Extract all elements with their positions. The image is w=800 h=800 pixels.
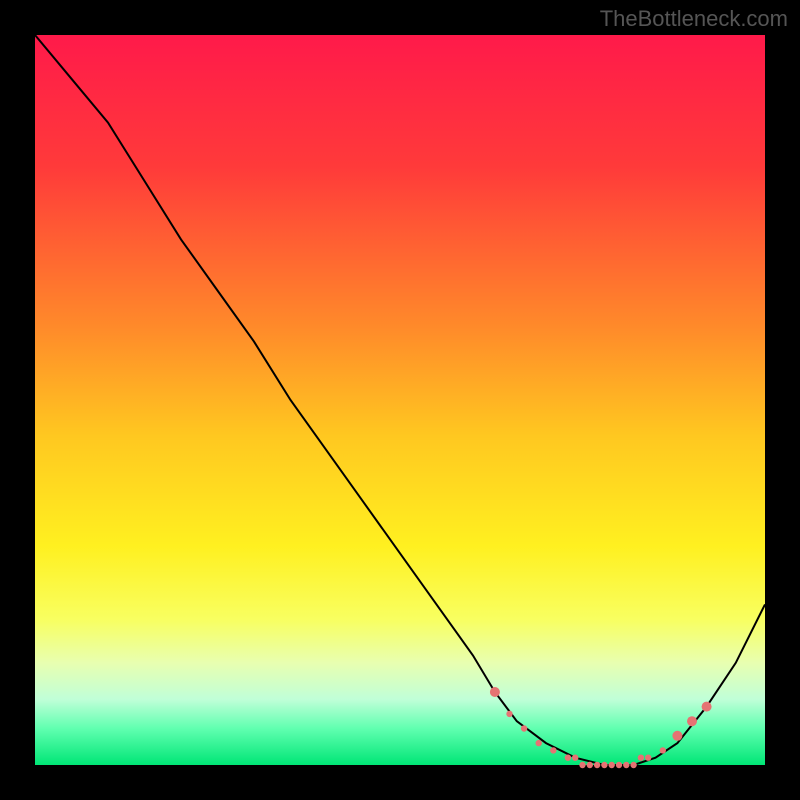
plot-area (35, 35, 765, 765)
bottleneck-curve (35, 35, 765, 765)
highlight-dot (490, 687, 500, 697)
highlight-dot (660, 747, 666, 753)
highlight-dot (702, 702, 712, 712)
highlight-dot (587, 762, 593, 768)
highlight-dot (630, 762, 636, 768)
highlight-dot (616, 762, 622, 768)
highlight-dot (521, 725, 527, 731)
highlight-dot (672, 731, 682, 741)
highlight-dot (565, 755, 571, 761)
highlight-dot (638, 755, 644, 761)
highlight-dot (572, 755, 578, 761)
highlight-dot (550, 747, 556, 753)
highlight-dot (579, 762, 585, 768)
highlight-dot (601, 762, 607, 768)
highlight-dot (594, 762, 600, 768)
highlight-dots-group (490, 687, 712, 768)
watermark-text: TheBottleneck.com (600, 6, 788, 32)
chart-svg (35, 35, 765, 765)
highlight-dot (623, 762, 629, 768)
highlight-dot (687, 716, 697, 726)
highlight-dot (536, 740, 542, 746)
highlight-dot (609, 762, 615, 768)
highlight-dot (506, 711, 512, 717)
highlight-dot (645, 755, 651, 761)
